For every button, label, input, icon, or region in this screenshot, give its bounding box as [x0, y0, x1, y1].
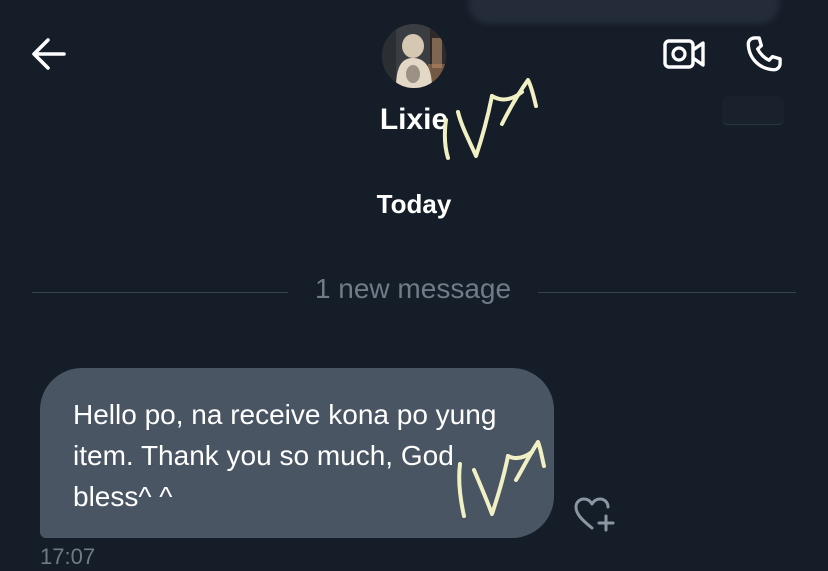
contact-name[interactable]: Lixie [340, 100, 488, 140]
heart-plus-icon [574, 497, 615, 532]
video-call-button[interactable] [660, 34, 708, 74]
back-button[interactable] [26, 34, 70, 74]
top-blurred-bar [468, 0, 780, 24]
arrow-left-icon [32, 38, 66, 70]
new-message-divider-left [32, 292, 288, 293]
react-button[interactable] [570, 494, 618, 534]
voice-call-button[interactable] [738, 30, 790, 78]
avatar-photo [382, 24, 446, 88]
date-separator: Today [376, 189, 452, 219]
video-camera-icon [663, 39, 705, 69]
message-bubble[interactable]: Hello po, na receive kona po yung item. … [40, 368, 554, 538]
new-message-divider-right [538, 292, 796, 293]
phone-icon [746, 36, 782, 72]
avatar[interactable] [382, 24, 446, 88]
new-message-label: 1 new message [314, 273, 512, 304]
message-timestamp: 17:07 [40, 544, 96, 569]
header-ghost-element [722, 96, 784, 125]
message-text: Hello po, na receive kona po yung item. … [73, 399, 497, 512]
